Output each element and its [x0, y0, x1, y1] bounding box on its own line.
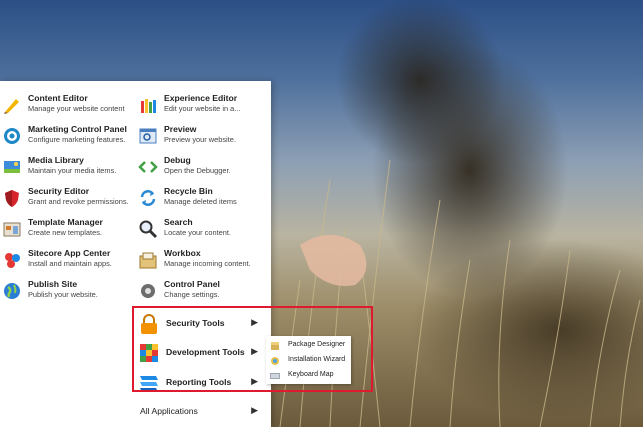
chevron-right-icon: ▶: [251, 376, 258, 386]
marketing-control-panel-item[interactable]: Marketing Control Panel Configure market…: [0, 122, 130, 150]
app-center-icon: [5, 253, 20, 268]
flyout-label: Package Designer: [288, 341, 346, 348]
submenu-label: Reporting Tools: [166, 377, 232, 387]
security-editor-item[interactable]: Security Editor Grant and revoke permiss…: [0, 184, 130, 212]
item-title: Media Library: [28, 155, 84, 165]
publish-site-item[interactable]: Publish Site Publish your website.: [0, 277, 130, 305]
search-icon: [139, 220, 158, 239]
item-title: Template Manager: [28, 217, 103, 227]
item-desc: Configure marketing features.: [28, 135, 126, 144]
preview-icon: [139, 128, 157, 144]
item-desc: Change settings.: [164, 290, 220, 299]
recycle-icon: [140, 190, 156, 206]
package-icon: [271, 342, 279, 350]
flyout-label: Keyboard Map: [288, 371, 334, 378]
wizard-icon: [271, 357, 279, 365]
item-title: Experience Editor: [164, 93, 238, 103]
item-title: Security Editor: [28, 186, 90, 196]
chevron-right-icon: ▶: [251, 317, 258, 327]
item-desc: Install and maintain apps.: [28, 259, 112, 268]
chevron-right-icon: ▶: [251, 346, 258, 356]
all-applications-menu[interactable]: All Applications ▶: [130, 401, 270, 423]
control-panel-icon: [141, 284, 155, 298]
chevron-right-icon: ▶: [251, 405, 258, 415]
item-title: Workbox: [164, 248, 201, 258]
item-title: Sitecore App Center: [28, 248, 111, 258]
item-desc: Open the Debugger.: [164, 166, 231, 175]
item-desc: Create new templates.: [28, 228, 102, 237]
item-desc: Publish your website.: [28, 290, 98, 299]
all-applications-label: All Applications: [140, 406, 198, 416]
target-icon: [4, 128, 20, 144]
workbox-icon: [139, 252, 157, 269]
package-designer-item[interactable]: Package Designer: [266, 338, 351, 353]
shield-icon: [5, 190, 19, 207]
media-library-icon: [4, 161, 20, 173]
item-title: Recycle Bin: [164, 186, 213, 196]
item-desc: Manage deleted items: [164, 197, 237, 206]
item-title: Debug: [164, 155, 191, 165]
start-menu: Content Editor Manage your website conte…: [0, 81, 271, 427]
media-library-item[interactable]: Media Library Maintain your media items.: [0, 153, 130, 181]
submenu-label: Development Tools: [166, 347, 245, 357]
report-icon: [140, 376, 158, 392]
item-title: Search: [164, 217, 193, 227]
debug-icon: [138, 161, 158, 173]
lock-icon: [141, 314, 157, 334]
item-title: Preview: [164, 124, 197, 134]
item-desc: Grant and revoke permissions.: [28, 197, 129, 206]
item-desc: Locate your content.: [164, 228, 231, 237]
development-tools-menu[interactable]: Development Tools ▶: [130, 339, 270, 367]
globe-icon: [4, 283, 20, 299]
flyout-label: Installation Wizard: [288, 356, 346, 363]
item-title: Marketing Control Panel: [28, 124, 127, 134]
keyboard-icon: [270, 373, 280, 379]
item-title: Publish Site: [28, 279, 78, 289]
keyboard-map-item[interactable]: Keyboard Map: [266, 368, 351, 383]
search-item[interactable]: Search Locate your content.: [136, 215, 266, 243]
item-desc: Edit your website in a...: [164, 104, 241, 113]
sitecore-app-center-item[interactable]: Sitecore App Center Install and maintain…: [0, 246, 130, 274]
workbox-item[interactable]: Workbox Manage incoming content.: [136, 246, 266, 274]
content-editor-item[interactable]: Content Editor Manage your website conte…: [0, 91, 130, 119]
control-panel-item[interactable]: Control Panel Change settings.: [136, 277, 266, 305]
development-tools-flyout: Package Designer Installation Wizard Key…: [266, 336, 351, 384]
pencil-icon: [4, 99, 19, 114]
template-manager-item[interactable]: Template Manager Create new templates.: [0, 215, 130, 243]
item-title: Content Editor: [28, 93, 88, 103]
preview-item[interactable]: Preview Preview your website.: [136, 122, 266, 150]
item-desc: Manage incoming content.: [164, 259, 251, 268]
security-tools-menu[interactable]: Security Tools ▶: [130, 310, 270, 338]
reporting-tools-menu[interactable]: Reporting Tools ▶: [130, 369, 270, 397]
experience-editor-icon: [141, 99, 156, 113]
item-title: Control Panel: [164, 279, 220, 289]
installation-wizard-item[interactable]: Installation Wizard: [266, 353, 351, 368]
experience-editor-item[interactable]: Experience Editor Edit your website in a…: [136, 91, 266, 119]
template-icon: [3, 222, 21, 237]
blocks-icon: [140, 344, 158, 362]
item-desc: Manage your website content: [28, 104, 125, 113]
item-desc: Maintain your media items.: [28, 166, 117, 175]
submenu-label: Security Tools: [166, 318, 225, 328]
item-desc: Preview your website.: [164, 135, 236, 144]
debug-item[interactable]: Debug Open the Debugger.: [136, 153, 266, 181]
recycle-bin-item[interactable]: Recycle Bin Manage deleted items: [136, 184, 266, 212]
